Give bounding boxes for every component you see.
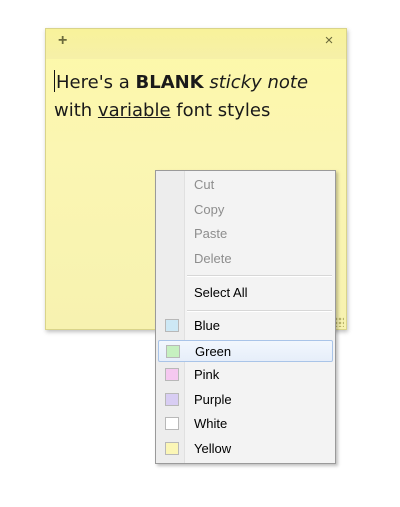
close-note-icon[interactable]: × xyxy=(322,33,336,48)
menu-item-label: Cut xyxy=(194,177,215,192)
note-text-bold: BLANK xyxy=(135,72,204,93)
menu-item-copy[interactable]: Copy xyxy=(158,199,333,221)
menu-item-label: Yellow xyxy=(194,441,232,456)
note-text-segment: with xyxy=(54,100,98,121)
menu-item-color-yellow[interactable]: Yellow xyxy=(158,438,333,460)
menu-item-cut[interactable]: Cut xyxy=(158,174,333,196)
menu-item-paste[interactable]: Paste xyxy=(158,223,333,245)
note-text-segment: font styles xyxy=(170,100,271,121)
note-title-bar[interactable] xyxy=(46,29,346,59)
menu-item-label: Copy xyxy=(194,202,225,217)
menu-item-label: Green xyxy=(195,344,232,359)
note-text-area[interactable]: Here's a BLANK sticky note with variable… xyxy=(54,69,338,125)
menu-separator xyxy=(187,275,332,277)
note-text-segment: Here's a xyxy=(56,72,136,93)
context-menu: Cut Copy Paste Delete Select All Blue Gr… xyxy=(155,170,336,464)
menu-item-color-blue[interactable]: Blue xyxy=(158,315,333,337)
color-swatch-green xyxy=(166,345,180,358)
menu-item-label: Select All xyxy=(194,285,248,300)
menu-item-label: Purple xyxy=(194,392,232,407)
color-swatch-blue xyxy=(165,319,179,332)
menu-item-color-pink[interactable]: Pink xyxy=(158,364,333,386)
menu-item-color-green[interactable]: Green xyxy=(158,340,333,362)
menu-item-label: White xyxy=(194,416,228,431)
color-swatch-white xyxy=(165,417,179,430)
text-caret xyxy=(54,70,55,92)
menu-item-label: Delete xyxy=(194,251,232,266)
menu-item-color-white[interactable]: White xyxy=(158,413,333,435)
color-swatch-pink xyxy=(165,368,179,381)
menu-item-label: Paste xyxy=(194,226,228,241)
menu-item-label: Pink xyxy=(194,367,220,382)
menu-item-select-all[interactable]: Select All xyxy=(158,282,333,304)
note-text-italic: sticky note xyxy=(209,72,309,93)
add-note-icon[interactable]: + xyxy=(58,33,72,49)
menu-item-color-purple[interactable]: Purple xyxy=(158,389,333,411)
menu-item-delete[interactable]: Delete xyxy=(158,248,333,270)
color-swatch-yellow xyxy=(165,442,179,455)
menu-separator xyxy=(187,310,332,312)
note-text-underline: variable xyxy=(97,100,171,121)
menu-item-label: Blue xyxy=(194,318,221,333)
color-swatch-purple xyxy=(165,393,179,406)
